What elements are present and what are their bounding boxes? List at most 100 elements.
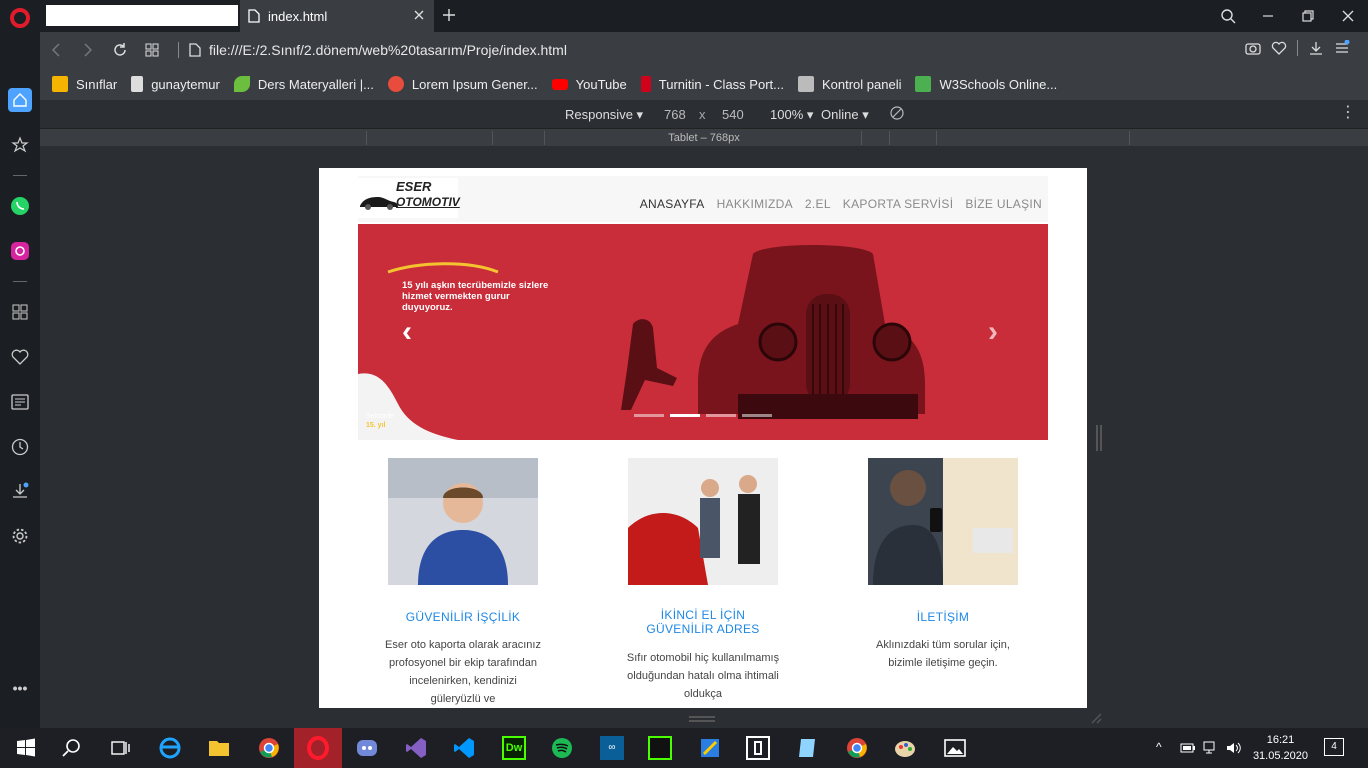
star-icon[interactable]: [8, 133, 32, 157]
tab-active[interactable]: index.html: [240, 0, 434, 32]
carousel-indicator[interactable]: [742, 414, 772, 417]
close-tab-icon[interactable]: [412, 8, 426, 22]
menu-item-2el[interactable]: 2.EL: [805, 197, 831, 211]
network-select[interactable]: Online ▾: [821, 107, 869, 123]
more-icon[interactable]: •••: [8, 676, 32, 700]
arduino-icon[interactable]: ∞: [600, 736, 624, 760]
chrome-icon[interactable]: [257, 736, 281, 760]
more-options-icon[interactable]: ⋮: [1340, 102, 1356, 122]
ie-icon[interactable]: [158, 736, 182, 760]
news-icon[interactable]: [8, 390, 32, 414]
device-width-input[interactable]: 768: [664, 107, 686, 122]
hero-slogan: 15 yılı aşkın tecrübemizle sizlere hizme…: [402, 280, 549, 313]
file-explorer-icon[interactable]: [207, 736, 231, 760]
back-icon[interactable]: [40, 32, 72, 68]
logo-text-top: ESER: [396, 179, 432, 194]
snapshot-icon[interactable]: [1245, 40, 1261, 56]
media-query-bar[interactable]: Tablet – 768px: [40, 128, 1368, 146]
times-sign: x: [699, 107, 706, 122]
menu-item-anasayfa[interactable]: ANASAYFA: [640, 197, 705, 211]
discord-icon[interactable]: [355, 736, 379, 760]
notes-icon[interactable]: [796, 736, 820, 760]
volume-icon[interactable]: [1226, 741, 1242, 755]
app-tools-icon[interactable]: [698, 736, 722, 760]
taskbar-opera-active[interactable]: [294, 728, 342, 768]
dreamweaver-icon[interactable]: Dw: [502, 736, 526, 760]
device-height-input[interactable]: 540: [722, 107, 744, 122]
notification-center-icon[interactable]: 4: [1324, 738, 1344, 756]
download-icon[interactable]: [1308, 40, 1324, 56]
tab-blank[interactable]: [46, 5, 238, 26]
bookmark-item[interactable]: Sınıflar: [52, 76, 117, 92]
home-icon[interactable]: [8, 88, 32, 112]
bookmark-item[interactable]: YouTube: [551, 77, 627, 92]
downloads-icon[interactable]: [8, 479, 32, 503]
search-icon[interactable]: [60, 736, 84, 760]
search-tabs-icon[interactable]: [1208, 0, 1248, 32]
close-window-button[interactable]: [1328, 0, 1368, 32]
speed-dial-icon[interactable]: [8, 300, 32, 324]
windows-start-icon[interactable]: [14, 736, 38, 760]
easy-setup-icon[interactable]: [1334, 40, 1350, 56]
tray-chevron-icon[interactable]: ^: [1156, 740, 1162, 754]
history-icon[interactable]: [8, 435, 32, 459]
device-mode-select[interactable]: Responsive ▾: [565, 107, 643, 123]
card-title-ikinci-el: İKİNCİ EL İÇİN GÜVENİLİR ADRES: [646, 608, 760, 636]
instagram-icon[interactable]: [8, 239, 32, 263]
opera-menu-icon[interactable]: [10, 8, 30, 28]
site-navbar: ESER OTOMOTIV ANASAYFA HAKKIMIZDA 2.EL K…: [358, 176, 1048, 222]
system-clock[interactable]: 16:21 31.05.2020: [1253, 732, 1308, 764]
task-view-icon[interactable]: [108, 736, 132, 760]
reload-icon[interactable]: [104, 32, 136, 68]
bookmark-item[interactable]: W3Schools Online...: [915, 76, 1057, 92]
bookmark-item[interactable]: Lorem Ipsum Gener...: [387, 76, 538, 92]
rotate-icon[interactable]: [890, 106, 904, 120]
restore-button[interactable]: [1288, 0, 1328, 32]
menu-item-hakkimizda[interactable]: HAKKIMIZDA: [717, 197, 793, 211]
divider: [1297, 40, 1298, 56]
chrome-icon-2[interactable]: [845, 736, 869, 760]
menu-item-iletisim[interactable]: BİZE ULAŞIN: [965, 197, 1042, 211]
bookmark-item[interactable]: Kontrol paneli: [797, 76, 901, 92]
speed-dial-icon[interactable]: [136, 32, 168, 68]
leaf-icon: [233, 76, 250, 92]
site-logo[interactable]: ESER OTOMOTIV: [358, 178, 460, 218]
bookmark-item[interactable]: Ders Materyalleri |...: [233, 76, 374, 92]
photos-icon[interactable]: [943, 736, 967, 760]
tab-bar: index.html: [0, 0, 1368, 32]
url-field[interactable]: file:///E:/2.Sınıf/2.dönem/web%20tasarım…: [209, 42, 567, 58]
bookmark-item[interactable]: Turnitin - Class Port...: [640, 76, 784, 92]
device-toolbar: Responsive ▾ 768 x 540 100% ▾ Online ▾ ⋮: [40, 100, 1368, 128]
new-tab-icon[interactable]: [441, 7, 457, 23]
bookmark-item[interactable]: gunaytemur: [131, 76, 220, 92]
visual-studio-icon[interactable]: [404, 736, 428, 760]
address-bar: file:///E:/2.Sınıf/2.dönem/web%20tasarım…: [40, 32, 1368, 68]
zoom-select[interactable]: 100% ▾: [770, 107, 813, 123]
app-icon[interactable]: [648, 736, 672, 760]
heart-icon[interactable]: [1271, 40, 1287, 56]
vscode-icon[interactable]: [452, 736, 476, 760]
heart-icon[interactable]: [8, 345, 32, 369]
emulated-viewport: ESER OTOMOTIV ANASAYFA HAKKIMIZDA 2.EL K…: [319, 168, 1087, 708]
corner-resize-icon[interactable]: [1090, 712, 1102, 724]
network-icon[interactable]: [1203, 741, 1219, 755]
opera-icon: [307, 736, 329, 760]
carousel-indicator-active[interactable]: [670, 414, 700, 417]
viewport-resize-handle-bottom[interactable]: [689, 716, 715, 722]
carousel-indicator[interactable]: [634, 414, 664, 417]
page-info-icon[interactable]: [189, 43, 201, 57]
spotify-icon[interactable]: [550, 736, 574, 760]
minimize-button[interactable]: [1248, 0, 1288, 32]
settings-icon[interactable]: [8, 524, 32, 548]
paint-icon[interactable]: [893, 736, 917, 760]
app-window-icon[interactable]: [746, 736, 770, 760]
battery-icon[interactable]: [1180, 741, 1196, 755]
viewport-resize-handle-right[interactable]: [1096, 425, 1102, 451]
whatsapp-icon[interactable]: [8, 194, 32, 218]
carousel-prev-icon[interactable]: ‹: [402, 317, 412, 347]
document-icon: [131, 76, 144, 92]
carousel-indicator[interactable]: [706, 414, 736, 417]
forward-icon[interactable]: [72, 32, 104, 68]
menu-item-kaporta[interactable]: KAPORTA SERVİSİ: [843, 197, 954, 211]
carousel-next-icon[interactable]: ›: [988, 317, 998, 347]
